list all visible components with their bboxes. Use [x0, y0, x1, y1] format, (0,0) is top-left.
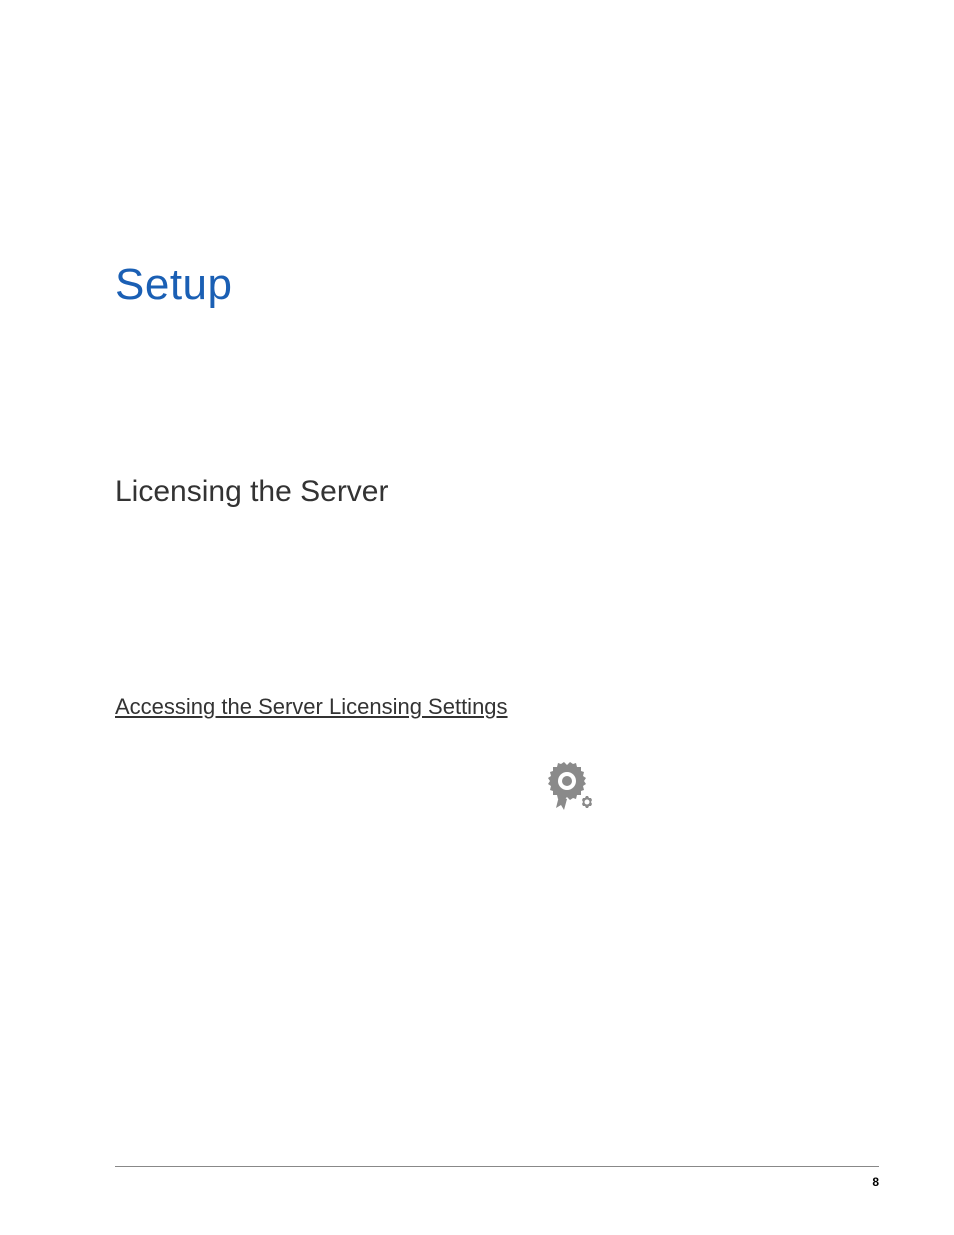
subsection-title: Accessing the Server Licensing Settings [115, 694, 839, 720]
footer-divider [115, 1166, 879, 1167]
icon-container [295, 760, 839, 821]
page-content: Setup Licensing the Server Accessing the… [0, 0, 954, 821]
section-title: Licensing the Server [115, 475, 839, 509]
gear-badge-icon [539, 760, 595, 816]
chapter-title: Setup [115, 260, 839, 310]
page-number: 8 [872, 1175, 879, 1189]
